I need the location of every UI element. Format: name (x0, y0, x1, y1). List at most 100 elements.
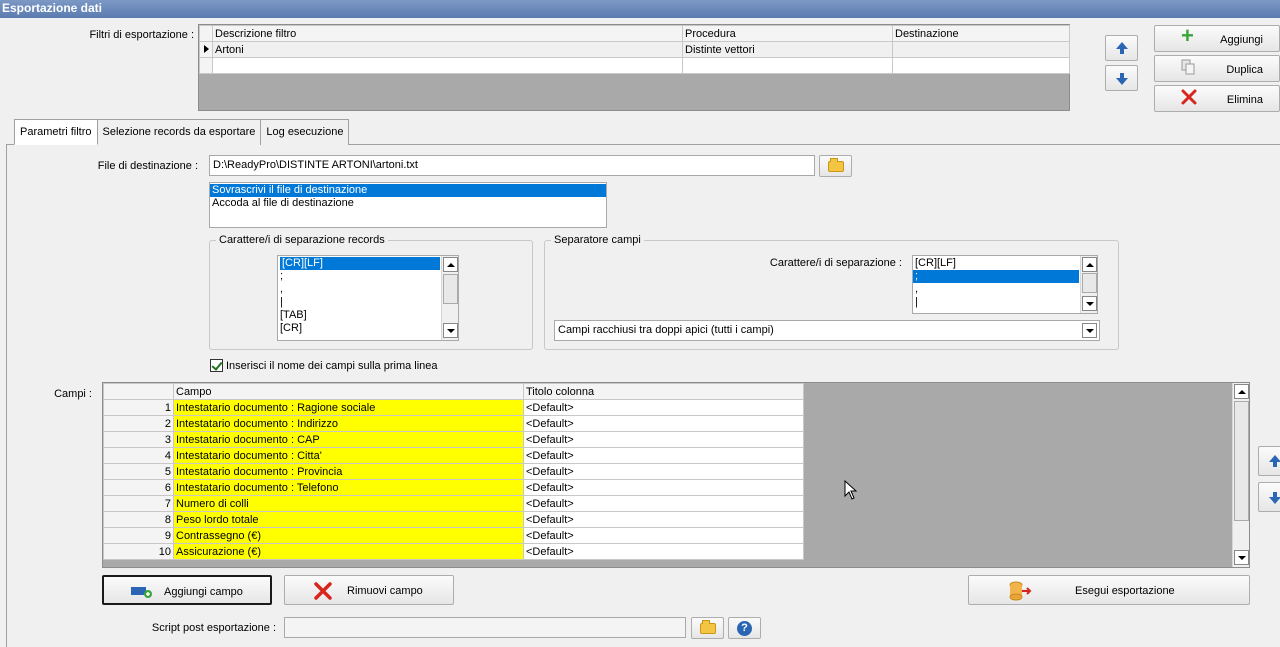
field-titolo-cell[interactable]: <Default> (523, 527, 804, 544)
script-help-button[interactable]: ? (728, 617, 761, 639)
field-titolo-cell[interactable]: <Default> (523, 399, 804, 416)
record-sep-option[interactable]: [TAB] (278, 309, 458, 322)
scroll-down-button[interactable] (443, 323, 458, 338)
filter-descrizione-cell[interactable] (212, 57, 683, 74)
scroll-thumb[interactable] (1082, 273, 1097, 293)
record-sep-option[interactable]: , (278, 283, 458, 296)
move-field-up-button[interactable] (1258, 446, 1280, 476)
delete-filter-button[interactable]: Elimina (1154, 85, 1280, 112)
scroll-down-button[interactable] (1082, 296, 1097, 311)
record-sep-option[interactable]: ; (278, 270, 458, 283)
field-campo-cell[interactable]: Intestatario documento : Citta' (173, 447, 524, 464)
field-campo-cell[interactable]: Assicurazione (€) (173, 543, 524, 560)
move-filter-down-button[interactable] (1105, 65, 1138, 91)
field-titolo-cell[interactable]: <Default> (523, 511, 804, 528)
table-row[interactable]: 7 Numero di colli <Default> (103, 495, 804, 512)
table-row[interactable]: 6 Intestatario documento : Telefono <Defau… (103, 479, 804, 496)
fields-grid[interactable]: Campo Titolo colonna 1 Intestatario docum… (102, 382, 1250, 568)
destination-file-input[interactable]: D:\ReadyPro\DISTINTE ARTONI\artoni.txt (209, 155, 815, 176)
scroll-thumb[interactable] (443, 274, 458, 304)
field-campo-cell[interactable]: Intestatario documento : Indirizzo (173, 415, 524, 432)
row-number: 6 (103, 479, 174, 496)
field-separator-scrollbar[interactable] (1080, 256, 1097, 313)
field-sep-option[interactable]: [CR][LF] (913, 257, 1097, 270)
scroll-up-button[interactable] (1082, 257, 1097, 272)
filters-label: Filtri di esportazione : (89, 29, 194, 41)
field-campo-cell[interactable]: Intestatario documento : Telefono (173, 479, 524, 496)
field-campo-cell[interactable]: Peso lordo totale (173, 511, 524, 528)
write-mode-list[interactable]: Sovrascrivi il file di destinazione Acco… (209, 182, 607, 228)
field-titolo-cell[interactable]: <Default> (523, 447, 804, 464)
field-campo-cell[interactable]: Numero di colli (173, 495, 524, 512)
field-titolo-cell[interactable]: <Default> (523, 543, 804, 560)
header-checkbox[interactable] (210, 359, 223, 372)
scroll-thumb[interactable] (1234, 401, 1249, 521)
run-export-button[interactable]: Esegui esportazione (968, 575, 1250, 605)
table-row[interactable]: 8 Peso lordo totale <Default> (103, 511, 804, 528)
filter-procedura-cell[interactable]: Distinte vettori (682, 41, 893, 58)
dropdown-button[interactable] (1082, 323, 1097, 338)
table-row[interactable] (199, 57, 1070, 74)
browse-destination-button[interactable] (819, 155, 852, 177)
duplicate-filter-button[interactable]: Duplica (1154, 55, 1280, 82)
row-number: 5 (103, 463, 174, 480)
tab-parametri-filtro[interactable]: Parametri filtro (14, 119, 98, 145)
scroll-up-button[interactable] (443, 257, 458, 272)
move-field-down-button[interactable] (1258, 482, 1280, 512)
record-sep-option[interactable]: | (278, 296, 458, 309)
filter-destinazione-cell[interactable] (892, 57, 1070, 74)
fields-scrollbar[interactable] (1232, 383, 1249, 567)
field-sep-option[interactable]: | (913, 296, 1097, 309)
filter-descrizione-cell[interactable]: Artoni (212, 41, 683, 58)
table-row[interactable]: Artoni Distinte vettori (199, 41, 1070, 58)
table-row[interactable]: 5 Intestatario documento : Provincia <Defa… (103, 463, 804, 480)
record-separator-list[interactable]: [CR][LF] ; , | [TAB] [CR] (277, 255, 459, 341)
table-row[interactable]: 2 Intestatario documento : Indirizzo <Defa… (103, 415, 804, 432)
row-number: 7 (103, 495, 174, 512)
field-titolo-cell[interactable]: <Default> (523, 479, 804, 496)
write-mode-append-option[interactable]: Accoda al file di destinazione (210, 197, 606, 210)
field-campo-cell[interactable]: Intestatario documento : Provincia (173, 463, 524, 480)
scroll-down-button[interactable] (1234, 550, 1249, 565)
scroll-up-button[interactable] (1234, 384, 1249, 399)
record-sep-option[interactable]: [CR] (278, 322, 458, 335)
tab-selezione-records[interactable]: Selezione records da esportare (96, 119, 262, 145)
add-filter-button[interactable]: + Aggiungi (1154, 25, 1280, 52)
field-titolo-cell[interactable]: <Default> (523, 463, 804, 480)
fields-col-titolo[interactable]: Titolo colonna (523, 383, 804, 400)
field-sep-option[interactable]: ; (913, 270, 1079, 283)
filters-col-destinazione[interactable]: Destinazione (892, 25, 1070, 42)
filters-grid[interactable]: Descrizione filtro Procedura Destinazion… (198, 24, 1070, 111)
field-campo-cell[interactable]: Intestatario documento : CAP (173, 431, 524, 448)
filter-destinazione-cell[interactable] (892, 41, 1070, 58)
quote-mode-select[interactable]: Campi racchiusi tra doppi apici (tutti i… (554, 320, 1100, 341)
add-field-button[interactable]: Aggiungi campo (102, 575, 272, 605)
table-row[interactable]: 10 Assicurazione (€) <Default> (103, 543, 804, 560)
field-titolo-cell[interactable]: <Default> (523, 431, 804, 448)
field-sep-option[interactable]: , (913, 283, 1097, 296)
table-row[interactable]: 3 Intestatario documento : CAP <Default> (103, 431, 804, 448)
field-titolo-cell[interactable]: <Default> (523, 415, 804, 432)
filters-col-procedura[interactable]: Procedura (682, 25, 893, 42)
script-input[interactable] (284, 617, 686, 638)
write-mode-overwrite-option[interactable]: Sovrascrivi il file di destinazione (210, 184, 606, 197)
field-campo-cell[interactable]: Intestatario documento : Ragione sociale (173, 399, 524, 416)
filters-col-descrizione[interactable]: Descrizione filtro (212, 25, 683, 42)
record-sep-option[interactable]: [CR][LF] (280, 257, 440, 270)
arrow-down-icon (1269, 491, 1280, 504)
field-separator-list[interactable]: [CR][LF] ; , | (912, 255, 1098, 314)
move-filter-up-button[interactable] (1105, 35, 1138, 61)
tab-log-esecuzione[interactable]: Log esecuzione (260, 119, 350, 145)
filter-procedura-cell[interactable] (682, 57, 893, 74)
remove-field-button[interactable]: Rimuovi campo (284, 575, 454, 605)
record-separator-scrollbar[interactable] (441, 256, 458, 340)
header-checkbox-row[interactable]: Inserisci il nome dei campi sulla prima … (210, 359, 438, 372)
browse-script-button[interactable] (691, 617, 724, 639)
field-campo-cell[interactable]: Contrassegno (€) (173, 527, 524, 544)
table-row[interactable]: 9 Contrassegno (€) <Default> (103, 527, 804, 544)
new-row-indicator (199, 57, 213, 74)
fields-col-campo[interactable]: Campo (173, 383, 524, 400)
table-row[interactable]: 1 Intestatario documento : Ragione social… (103, 399, 804, 416)
table-row[interactable]: 4 Intestatario documento : Citta' <Default… (103, 447, 804, 464)
field-titolo-cell[interactable]: <Default> (523, 495, 804, 512)
